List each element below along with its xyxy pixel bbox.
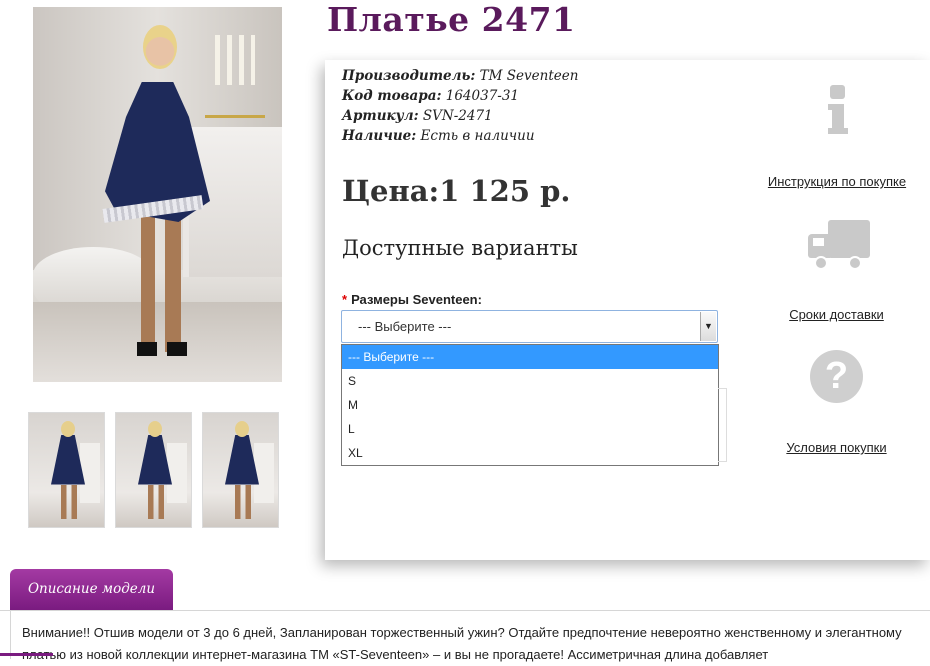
description-text: Внимание!! Отшив модели от 3 до 6 дней, … bbox=[22, 625, 902, 662]
page-title: Платье 2471 bbox=[327, 0, 576, 39]
spec-value: SVN-2471 bbox=[422, 108, 493, 124]
size-option-l[interactable]: L bbox=[342, 417, 718, 441]
spec-availability: Наличие: Есть в наличии bbox=[342, 128, 535, 144]
spec-label: Производитель: bbox=[342, 68, 476, 84]
instructions-link[interactable]: Инструкция по покупке bbox=[758, 174, 916, 189]
thumbnail-1[interactable] bbox=[28, 412, 105, 528]
tab-description[interactable]: Описание модели bbox=[10, 569, 173, 610]
question-icon: ? bbox=[810, 350, 863, 403]
chevron-down-icon[interactable]: ▼ bbox=[700, 312, 716, 341]
accent-strip bbox=[0, 653, 53, 656]
size-select-value: --- Выберите --- bbox=[358, 319, 452, 334]
thumbnail-3[interactable] bbox=[202, 412, 279, 528]
size-label: * Размеры Seventeen: bbox=[342, 292, 482, 307]
tab-content-border bbox=[10, 610, 11, 659]
delivery-link[interactable]: Сроки доставки bbox=[770, 307, 903, 322]
info-icon bbox=[826, 85, 850, 135]
main-product-photo[interactable] bbox=[33, 7, 282, 382]
thumbnail-2[interactable] bbox=[115, 412, 192, 528]
size-label-text: Размеры Seventeen: bbox=[351, 292, 482, 307]
size-dropdown-list: --- Выберите --- S M L XL bbox=[341, 344, 719, 466]
spec-value: Есть в наличии bbox=[420, 128, 535, 144]
spec-value: ТМ Seventeen bbox=[479, 68, 579, 84]
spec-manufacturer: Производитель: ТМ Seventeen bbox=[342, 68, 578, 84]
spec-product-code: Код товара: 164037-31 bbox=[342, 88, 519, 104]
spec-label: Код товара: bbox=[342, 88, 442, 104]
size-option-s[interactable]: S bbox=[342, 369, 718, 393]
tab-divider bbox=[0, 610, 930, 611]
required-mark: * bbox=[342, 292, 348, 307]
variants-heading: Доступные варианты bbox=[342, 236, 578, 260]
size-option-m[interactable]: M bbox=[342, 393, 718, 417]
spec-article: Артикул: SVN-2471 bbox=[342, 108, 493, 124]
product-price: Цена:1 125 р. bbox=[342, 174, 571, 208]
obscured-field-edge bbox=[718, 388, 727, 462]
size-option-xl[interactable]: XL bbox=[342, 441, 718, 465]
spec-label: Наличие: bbox=[342, 128, 417, 144]
truck-icon bbox=[808, 220, 870, 272]
size-option-placeholder[interactable]: --- Выберите --- bbox=[342, 345, 718, 369]
size-select[interactable]: --- Выберите --- ▼ bbox=[341, 310, 718, 343]
terms-link[interactable]: Условия покупки bbox=[770, 440, 903, 455]
spec-value: 164037-31 bbox=[445, 88, 520, 104]
spec-label: Артикул: bbox=[342, 108, 419, 124]
